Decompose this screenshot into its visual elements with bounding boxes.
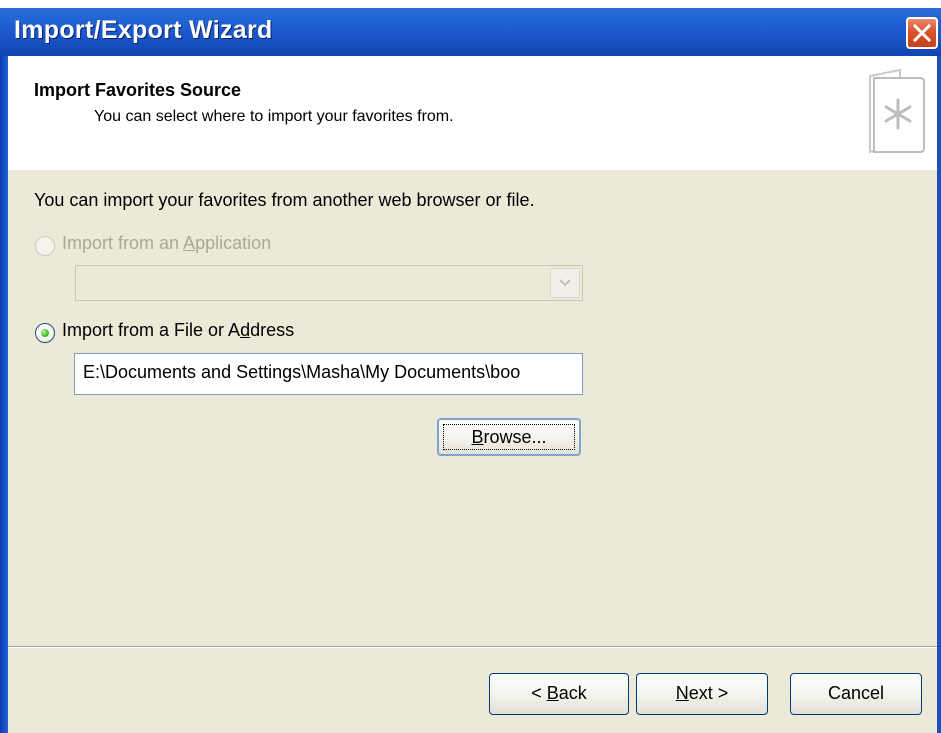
- cancel-button[interactable]: Cancel: [790, 673, 922, 715]
- window-title: Import/Export Wizard: [14, 16, 273, 44]
- import-from-file-label-accel: d: [240, 320, 251, 340]
- import-from-application-label[interactable]: Import from an Application: [62, 233, 271, 254]
- import-from-file-label-pre: Import from a File or A: [62, 320, 241, 340]
- title-bar-top-edge: [0, 0, 941, 8]
- back-button-label-post: ack: [558, 683, 587, 703]
- favorites-star-icon: [856, 66, 928, 158]
- file-path-field[interactable]: E:\Documents and Settings\Masha\My Docum…: [74, 353, 583, 395]
- import-from-application-label-post: pplication: [195, 233, 272, 253]
- import-export-wizard-window: Import/Export Wizard Import Favorites So…: [0, 0, 941, 733]
- import-from-file-radio[interactable]: [35, 323, 55, 343]
- import-from-application-label-pre: Import from an: [62, 233, 184, 253]
- title-bar[interactable]: Import/Export Wizard: [0, 0, 941, 56]
- browse-button[interactable]: Browse...: [437, 418, 581, 456]
- import-from-application-label-accel: A: [183, 233, 196, 253]
- next-button[interactable]: Next >: [636, 673, 768, 715]
- wizard-header: Import Favorites Source You can select w…: [8, 56, 937, 169]
- import-from-file-label-post: dress: [250, 320, 295, 340]
- radio-selected-dot: [41, 329, 49, 337]
- next-button-label: Next >: [676, 683, 729, 703]
- import-from-application-radio[interactable]: [35, 236, 55, 256]
- window-frame-right: [937, 56, 941, 733]
- header-subtitle: You can select where to import your favo…: [94, 108, 454, 125]
- application-select[interactable]: [75, 265, 583, 301]
- chevron-down-icon: [559, 279, 571, 287]
- back-button[interactable]: < Back: [489, 673, 629, 715]
- intro-text: You can import your favorites from anoth…: [34, 190, 535, 210]
- header-title: Import Favorites Source: [34, 80, 242, 100]
- close-button[interactable]: [906, 17, 938, 49]
- close-icon: [913, 24, 931, 42]
- browse-button-label: Browse...: [471, 427, 546, 447]
- next-button-label-accel: N: [675, 683, 689, 703]
- header-separator: [8, 168, 937, 170]
- back-button-label-pre: <: [531, 683, 547, 703]
- back-button-label-accel: B: [546, 683, 559, 703]
- back-button-label: < Back: [531, 683, 587, 703]
- browse-button-label-post: rowse...: [483, 427, 547, 447]
- import-from-file-label[interactable]: Import from a File or Address: [62, 320, 294, 341]
- window-frame-left: [0, 56, 8, 733]
- application-select-dropdown-button[interactable]: [550, 268, 580, 298]
- cancel-button-label: Cancel: [827, 683, 885, 703]
- next-button-label-post: ext >: [688, 683, 729, 703]
- footer-separator-highlight: [8, 647, 937, 648]
- browse-button-label-accel: B: [471, 427, 484, 447]
